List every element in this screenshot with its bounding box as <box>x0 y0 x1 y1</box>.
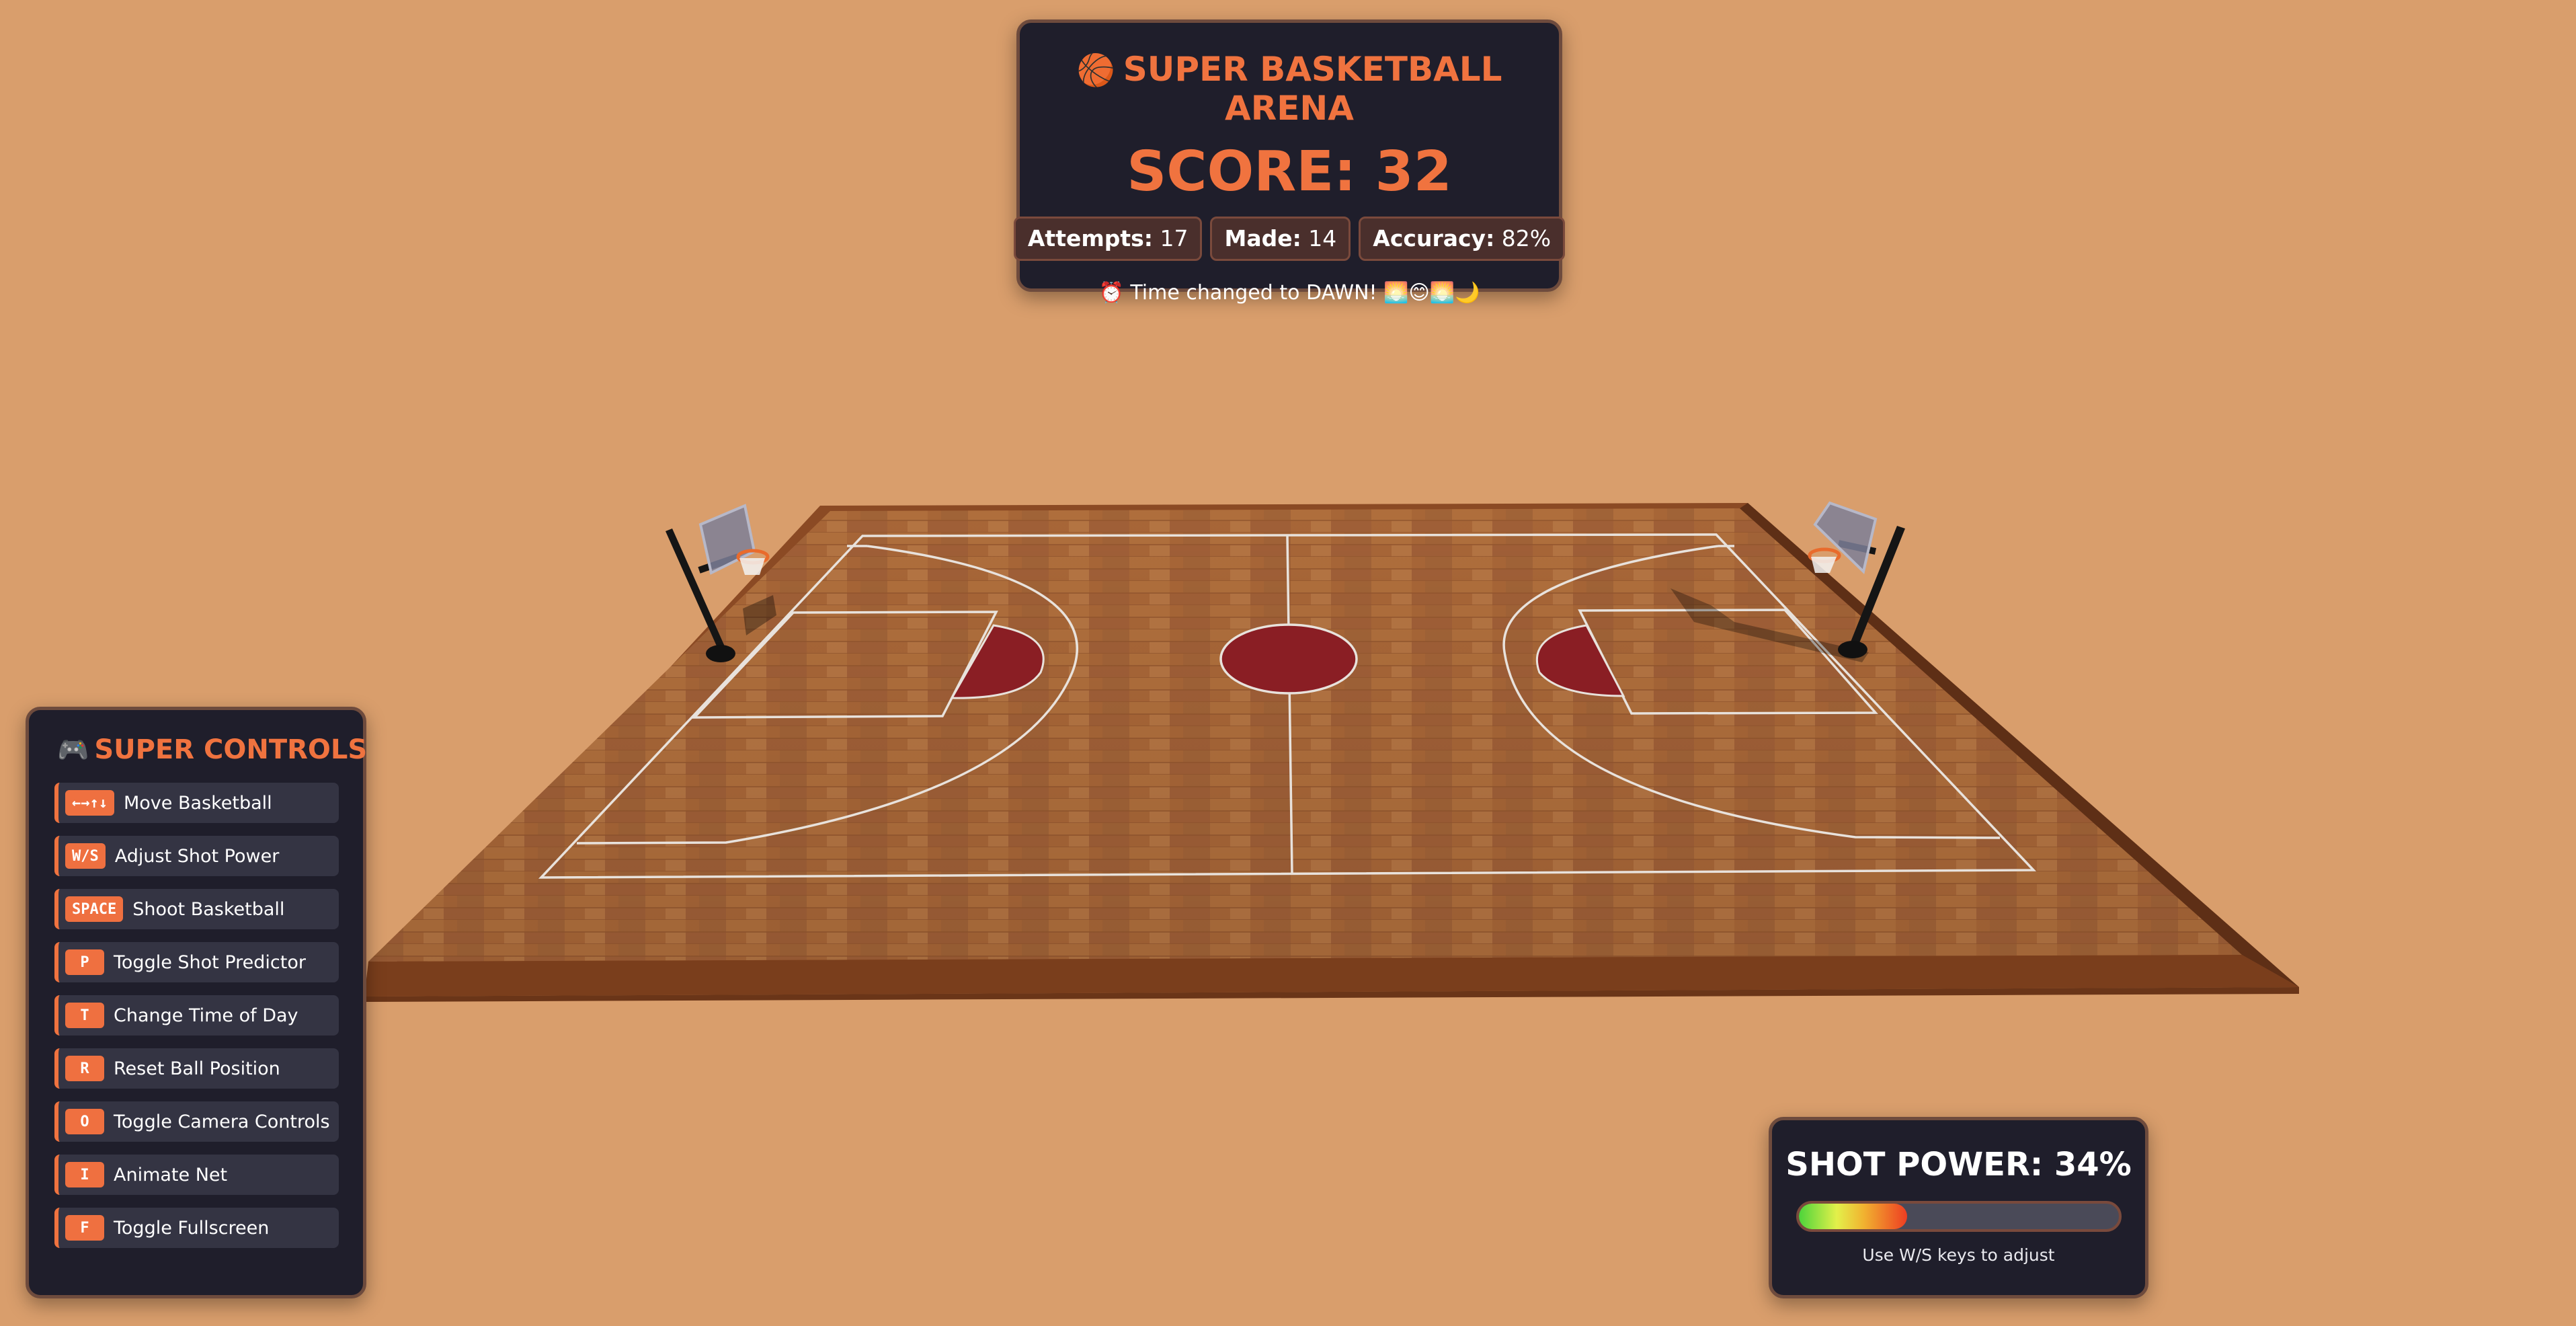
key-badge: T <box>65 1003 104 1028</box>
accuracy-label: Accuracy: <box>1373 225 1495 251</box>
key-badge: W/S <box>65 843 106 869</box>
controls-title: 🎮 SUPER CONTROLS <box>57 734 367 765</box>
gamepad-icon: 🎮 <box>57 735 89 765</box>
key-badge: SPACE <box>65 896 124 922</box>
control-animate-net[interactable]: I Animate Net <box>54 1155 339 1195</box>
control-camera[interactable]: O Toggle Camera Controls <box>54 1101 339 1142</box>
attempts-value: 17 <box>1160 225 1189 251</box>
control-label: Toggle Camera Controls <box>114 1111 330 1132</box>
court-floor <box>363 503 2299 1002</box>
control-shoot[interactable]: SPACE Shoot Basketball <box>54 889 339 929</box>
shot-power-bar <box>1796 1201 2122 1232</box>
accuracy-value: 82% <box>1501 225 1552 251</box>
shot-power-fill <box>1798 1204 1908 1229</box>
score-panel: 🏀 SUPER BASKETBALL ARENA SCORE: 32 Attemp… <box>1013 20 1566 305</box>
score-display: SCORE: 32 <box>1127 140 1452 204</box>
status-message: ⏰ Time changed to DAWN! 🌅😊🌅🌙 <box>1098 281 1480 305</box>
key-badge: R <box>65 1056 104 1081</box>
key-badge: ←→↑↓ <box>65 790 114 816</box>
game-title-text: SUPER BASKETBALL ARENA <box>1123 50 1502 128</box>
key-badge: I <box>65 1162 104 1187</box>
stats-row: Attempts: 17 Made: 14 Accuracy: 82% <box>1013 217 1566 261</box>
control-label: Move Basketball <box>123 792 272 814</box>
game-title: 🏀 SUPER BASKETBALL ARENA <box>1020 50 1559 128</box>
key-badge: O <box>65 1109 104 1134</box>
controls-title-text: SUPER CONTROLS <box>94 734 368 765</box>
control-label: Adjust Shot Power <box>114 845 280 867</box>
shot-power-label: SHOT POWER: 34% <box>1785 1146 2132 1183</box>
made-value: 14 <box>1308 225 1337 251</box>
shot-power-panel: SHOT POWER: 34% Use W/S keys to adjust <box>1769 1117 2148 1298</box>
made-stat: Made: 14 <box>1210 217 1351 261</box>
made-label: Made: <box>1224 225 1301 251</box>
control-label: Animate Net <box>114 1164 228 1185</box>
center-circle <box>1219 623 1358 695</box>
control-time-of-day[interactable]: T Change Time of Day <box>54 995 339 1036</box>
attempts-stat: Attempts: 17 <box>1013 217 1203 261</box>
controls-panel: 🎮 SUPER CONTROLS ←→↑↓ Move Basketball W/S A… <box>26 707 367 1298</box>
control-label: Toggle Shot Predictor <box>114 951 306 973</box>
key-badge: F <box>65 1215 104 1241</box>
attempts-label: Attempts: <box>1027 225 1153 251</box>
key-badge: P <box>65 949 104 975</box>
control-shot-predictor[interactable]: P Toggle Shot Predictor <box>54 942 339 982</box>
control-label: Shoot Basketball <box>132 898 285 920</box>
control-reset-ball[interactable]: R Reset Ball Position <box>54 1048 339 1089</box>
control-label: Reset Ball Position <box>114 1058 280 1079</box>
control-shot-power[interactable]: W/S Adjust Shot Power <box>54 836 339 876</box>
control-move[interactable]: ←→↑↓ Move Basketball <box>54 783 339 823</box>
shot-power-hint: Use W/S keys to adjust <box>1862 1245 2055 1265</box>
control-label: Toggle Fullscreen <box>114 1217 270 1239</box>
control-fullscreen[interactable]: F Toggle Fullscreen <box>54 1208 339 1248</box>
basketball-icon: 🏀 <box>1076 52 1115 88</box>
accuracy-stat: Accuracy: 82% <box>1359 217 1566 261</box>
control-label: Change Time of Day <box>114 1005 298 1026</box>
